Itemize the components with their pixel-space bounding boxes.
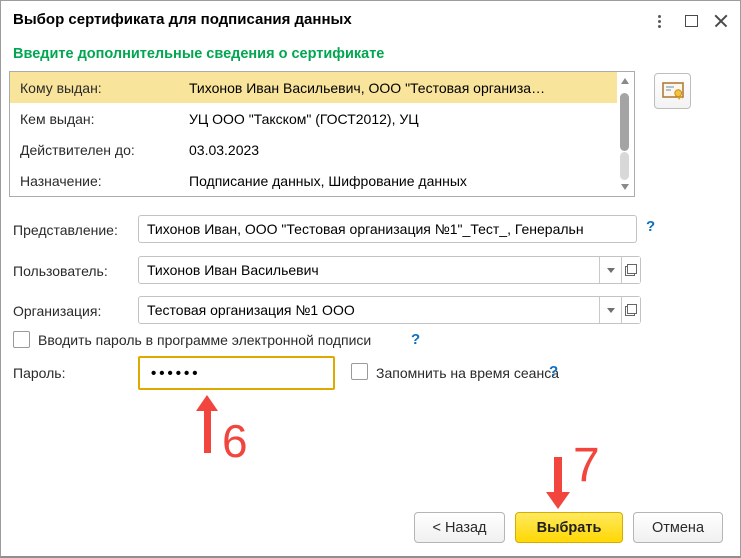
user-open-button[interactable]: [621, 257, 640, 283]
scroll-up-icon[interactable]: [621, 78, 629, 84]
password-in-program-label: Вводить пароль в программе электронной п…: [38, 332, 371, 348]
chevron-down-icon: [607, 308, 615, 313]
representation-value: Тихонов Иван, ООО "Тестовая организация …: [139, 221, 590, 237]
representation-input[interactable]: Тихонов Иван, ООО "Тестовая организация …: [138, 215, 637, 243]
row-label: Кем выдан:: [10, 111, 189, 127]
table-row-issued-by[interactable]: Кем выдан: УЦ ООО "Такском" (ГОСТ2012), …: [10, 103, 617, 134]
select-button[interactable]: Выбрать: [515, 512, 623, 543]
password-value: ••••••: [140, 365, 201, 382]
organization-open-button[interactable]: [621, 297, 640, 323]
close-icon[interactable]: [709, 9, 733, 33]
organization-dropdown-button[interactable]: [599, 297, 621, 323]
row-label: Кому выдан:: [10, 80, 189, 96]
table-row-purpose[interactable]: Назначение: Подписание данных, Шифровани…: [10, 165, 617, 196]
show-certificate-button[interactable]: [654, 73, 691, 109]
remember-label: Запомнить на время сеанса: [376, 365, 559, 381]
maximize-icon[interactable]: [679, 9, 703, 33]
organization-value: Тестовая организация №1 ООО: [139, 297, 599, 323]
password-label: Пароль:: [13, 365, 65, 381]
row-value: УЦ ООО "Такском" (ГОСТ2012), УЦ: [189, 111, 617, 127]
scrollbar-track: [620, 152, 629, 180]
step6-arrow-icon: [196, 395, 218, 411]
password-in-program-checkbox[interactable]: [13, 331, 30, 348]
step7-arrow-shaft: [554, 457, 562, 493]
table-row-issued-to[interactable]: Кому выдан: Тихонов Иван Васильевич, ООО…: [10, 72, 617, 103]
chevron-down-icon: [607, 268, 615, 273]
dialog-window: Выбор сертификата для подписания данных …: [0, 0, 741, 558]
user-dropdown-button[interactable]: [599, 257, 621, 283]
user-input[interactable]: Тихонов Иван Васильевич: [138, 256, 641, 284]
step6-arrow-shaft: [204, 410, 211, 453]
step7-arrow-icon: [546, 492, 570, 509]
representation-label: Представление:: [13, 222, 118, 238]
certificate-table: Кому выдан: Тихонов Иван Васильевич, ООО…: [9, 71, 635, 197]
row-label: Назначение:: [10, 173, 189, 189]
password-in-program-help-link[interactable]: ?: [411, 331, 420, 348]
window-title: Выбор сертификата для подписания данных: [13, 11, 352, 28]
remember-help-link[interactable]: ?: [549, 363, 558, 380]
certificate-icon: [662, 82, 684, 101]
step7-number: 7: [573, 442, 600, 490]
cancel-button[interactable]: Отмена: [633, 512, 723, 543]
organization-label: Организация:: [13, 303, 101, 319]
user-value: Тихонов Иван Васильевич: [139, 257, 599, 283]
page-title: Введите дополнительные сведения о сертиф…: [13, 46, 384, 62]
representation-help-link[interactable]: ?: [646, 218, 655, 235]
open-form-icon: [625, 264, 637, 276]
organization-input[interactable]: Тестовая организация №1 ООО: [138, 296, 641, 324]
back-button[interactable]: < Назад: [414, 512, 505, 543]
row-label: Действителен до:: [10, 142, 189, 158]
table-row-valid-until[interactable]: Действителен до: 03.03.2023: [10, 134, 617, 165]
scroll-down-icon[interactable]: [621, 184, 629, 190]
scrollbar-thumb[interactable]: [620, 93, 629, 151]
row-value: Подписание данных, Шифрование данных: [189, 173, 617, 189]
row-value: Тихонов Иван Васильевич, ООО "Тестовая о…: [189, 80, 617, 96]
password-input[interactable]: ••••••: [138, 356, 335, 390]
row-value: 03.03.2023: [189, 142, 617, 158]
step6-number: 6: [222, 418, 248, 464]
kebab-menu-icon[interactable]: [647, 9, 671, 33]
user-label: Пользователь:: [13, 263, 108, 279]
table-scrollbar[interactable]: [617, 72, 634, 196]
open-form-icon: [625, 304, 637, 316]
remember-checkbox[interactable]: [351, 363, 368, 380]
